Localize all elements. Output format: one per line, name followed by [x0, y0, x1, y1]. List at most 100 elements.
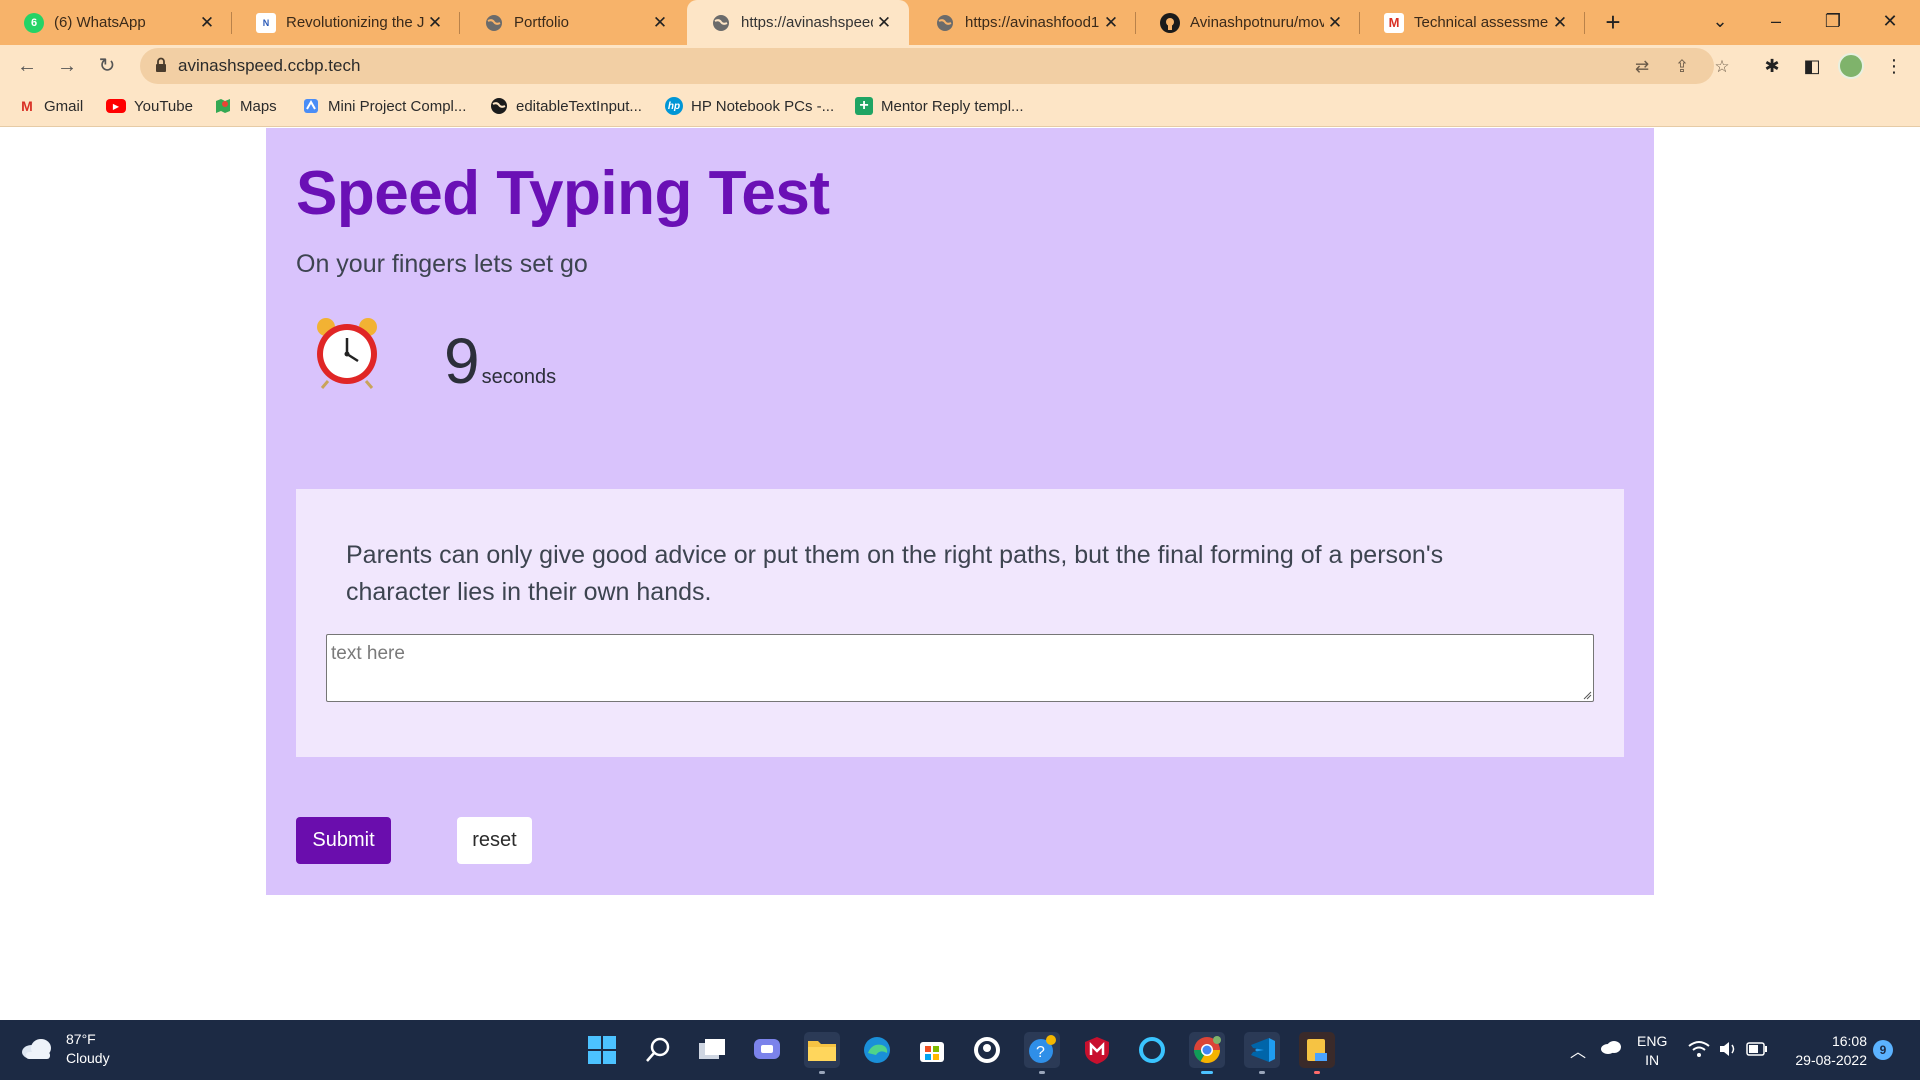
bookmark-hp-notebook[interactable]: hp HP Notebook PCs -... — [665, 96, 834, 116]
running-indicator — [1314, 1071, 1320, 1074]
close-icon[interactable]: ✕ — [424, 13, 446, 33]
bookmark-mini-project[interactable]: Mini Project Compl... — [302, 96, 466, 116]
search-button[interactable] — [640, 1032, 676, 1068]
running-indicator — [1039, 1071, 1045, 1074]
github-desktop-button[interactable] — [969, 1032, 1005, 1068]
reset-button[interactable]: reset — [457, 817, 532, 864]
tab-title: Technical assessment — [1414, 14, 1549, 31]
help-icon: ? — [1029, 1035, 1056, 1063]
close-icon[interactable]: ✕ — [196, 13, 218, 33]
close-icon[interactable]: ✕ — [1549, 13, 1571, 33]
minimize-icon[interactable]: – — [1756, 6, 1796, 36]
wifi-icon[interactable] — [1688, 1040, 1710, 1058]
volume-icon[interactable] — [1718, 1040, 1738, 1058]
address-bar[interactable]: avinashspeed.ccbp.tech ⇄ ⇪ ☆ — [140, 48, 1730, 84]
file-explorer-button[interactable] — [804, 1032, 840, 1074]
weather-widget[interactable]: 87°F Cloudy — [20, 1030, 110, 1068]
vscode-icon — [1251, 1038, 1275, 1062]
share-icon[interactable]: ⇪ — [1670, 55, 1694, 79]
tab-separator — [1584, 12, 1585, 34]
gmail-icon: M — [21, 98, 33, 114]
new-tab-button[interactable]: + — [1598, 8, 1628, 38]
weather-desc: Cloudy — [66, 1050, 110, 1066]
timer-unit: seconds — [481, 366, 557, 388]
page-subtitle: On your fingers lets set go — [296, 250, 588, 278]
news-icon: N — [256, 12, 276, 33]
tab-avinashfood[interactable]: https://avinashfood1. ✕ — [911, 0, 1136, 45]
bookmark-youtube[interactable]: ▶ YouTube — [106, 96, 193, 116]
globe-icon — [484, 13, 504, 33]
mcafee-button[interactable] — [1079, 1032, 1115, 1068]
bookmark-star-icon[interactable]: ☆ — [1710, 55, 1734, 79]
store-button[interactable] — [914, 1032, 950, 1068]
side-panel-icon[interactable]: ◧ — [1796, 50, 1828, 82]
notes-app-button[interactable] — [1299, 1032, 1335, 1074]
close-icon[interactable]: ✕ — [873, 13, 895, 33]
bookmark-label: Mini Project Compl... — [328, 97, 467, 115]
translate-icon[interactable]: ⇄ — [1630, 55, 1654, 79]
tab-title: Revolutionizing the Jo — [286, 14, 424, 31]
close-icon[interactable]: ✕ — [649, 13, 671, 33]
sheets-icon: + — [855, 97, 873, 115]
cortana-button[interactable] — [1134, 1032, 1170, 1068]
profile-avatar[interactable] — [1838, 53, 1864, 79]
tab-technical-assessment[interactable]: M Technical assessment ✕ — [1360, 0, 1585, 45]
bookmark-gmail[interactable]: M Gmail — [18, 96, 83, 116]
submit-button[interactable]: Submit — [296, 817, 391, 864]
task-view-button[interactable] — [694, 1032, 730, 1068]
bookmark-maps[interactable]: Maps — [214, 96, 277, 116]
tab-portfolio[interactable]: Portfolio ✕ — [460, 0, 685, 45]
back-icon[interactable]: ← — [11, 50, 43, 82]
bookmarks-bar: M Gmail ▶ YouTube Maps Mini Project Comp… — [0, 86, 1920, 127]
tray-chevron-icon[interactable]: ︿ — [1570, 1038, 1586, 1062]
store-icon — [920, 1042, 944, 1062]
notification-badge[interactable]: 9 — [1873, 1040, 1893, 1060]
tab-revolutionizing[interactable]: N Revolutionizing the Jo ✕ — [232, 0, 460, 45]
bookmark-label: YouTube — [134, 97, 193, 115]
teams-chat-button[interactable] — [749, 1032, 785, 1068]
gmail-icon: M — [1384, 12, 1404, 33]
search-icon — [646, 1037, 670, 1062]
resize-handle-icon[interactable] — [1582, 690, 1592, 700]
chrome-button[interactable] — [1189, 1032, 1225, 1074]
restore-icon[interactable]: ❐ — [1813, 6, 1853, 36]
bookmark-mentor-reply[interactable]: + Mentor Reply templ... — [855, 96, 1024, 116]
bookmark-label: HP Notebook PCs -... — [691, 97, 835, 115]
timer-value: 9 — [444, 325, 480, 397]
tab-avinashspeed[interactable]: https://avinashspeed. ✕ — [687, 0, 909, 45]
tab-github[interactable]: Avinashpotnuru/movi ✕ — [1136, 0, 1360, 45]
forward-icon[interactable]: → — [51, 50, 83, 82]
teams-chat-icon — [754, 1039, 780, 1059]
typing-test-card: Speed Typing Test On your fingers lets s… — [266, 128, 1654, 895]
extensions-icon[interactable]: ✱ — [1756, 50, 1788, 82]
bookmark-label: Maps — [240, 97, 277, 115]
vscode-button[interactable] — [1244, 1032, 1280, 1074]
onedrive-icon[interactable] — [1600, 1040, 1622, 1054]
tab-strip: 6 (6) WhatsApp ✕ N Revolutionizing the J… — [0, 0, 1920, 45]
typing-input[interactable] — [326, 634, 1594, 702]
bookmark-label: editableTextInput... — [516, 97, 642, 115]
window-close-icon[interactable]: ✕ — [1870, 6, 1910, 36]
tab-title: Avinashpotnuru/movi — [1190, 14, 1324, 31]
tab-whatsapp[interactable]: 6 (6) WhatsApp ✕ — [0, 0, 232, 45]
tab-search-icon[interactable]: ⌄ — [1700, 6, 1740, 36]
region-code: IN — [1645, 1052, 1660, 1068]
reload-icon[interactable]: ↻ — [91, 50, 123, 82]
cloud-icon — [22, 1039, 51, 1059]
start-button[interactable] — [584, 1032, 620, 1068]
tab-title: Portfolio — [514, 14, 570, 31]
edge-button[interactable] — [859, 1032, 895, 1068]
running-indicator — [1201, 1071, 1213, 1074]
get-help-button[interactable]: ? — [1024, 1032, 1060, 1074]
chrome-icon — [1193, 1036, 1221, 1064]
globe-icon — [490, 97, 508, 115]
system-clock[interactable]: 16:08 29-08-2022 — [1787, 1032, 1867, 1070]
maps-icon — [214, 97, 232, 115]
close-icon[interactable]: ✕ — [1100, 13, 1122, 33]
bookmark-editable-text-input[interactable]: editableTextInput... — [490, 96, 642, 116]
battery-icon[interactable] — [1746, 1042, 1768, 1056]
language-indicator[interactable]: ENG IN — [1637, 1032, 1667, 1070]
menu-kebab-icon[interactable]: ⋮ — [1878, 50, 1910, 82]
bookmark-label: Mentor Reply templ... — [881, 97, 1024, 115]
close-icon[interactable]: ✕ — [1324, 13, 1346, 33]
